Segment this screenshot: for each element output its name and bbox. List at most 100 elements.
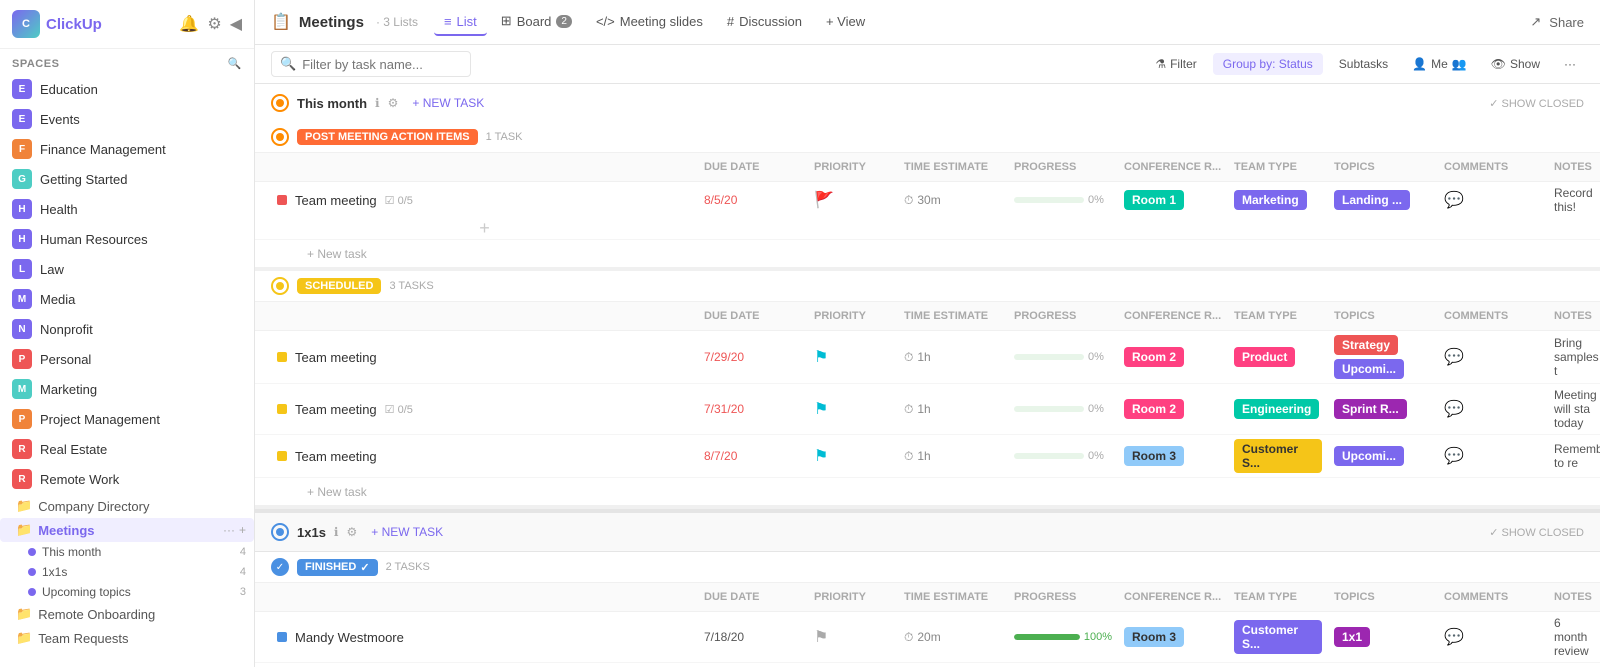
logo-icon: C [12,10,40,38]
folder-remote-onboarding[interactable]: 📁 Remote Onboarding [0,602,254,626]
tab-discussion[interactable]: # Discussion [717,9,812,36]
sidebar-item-finance[interactable]: F Finance Management [0,134,254,164]
add-column-button[interactable]: + [271,218,698,239]
task-name[interactable]: Team meeting [295,350,377,365]
cell-team: Product [1228,343,1328,371]
sidebar-item-remote-work[interactable]: R Remote Work [0,464,254,494]
th-due-date: DUE DATE [698,157,808,177]
sidebar-item-human-resources[interactable]: H Human Resources [0,224,254,254]
task-cell: Team meeting ☑ 0/5 [271,396,698,423]
space-badge: H [12,199,32,219]
task-name[interactable]: Team meeting [295,193,377,208]
space-badge: F [12,139,32,159]
new-task-button[interactable]: + NEW TASK [406,94,490,112]
cell-comments[interactable]: 💬 [1438,343,1548,371]
cell-conf: Room 2 [1118,395,1228,423]
folder-team-requests[interactable]: 📁 Team Requests [0,626,254,650]
sidebar-item-nonprofit[interactable]: N Nonprofit [0,314,254,344]
logo-text: ClickUp [46,16,102,33]
show-closed-button[interactable]: ✓ SHOW CLOSED [1489,97,1584,110]
more-icon[interactable]: ··· [223,523,235,537]
gear-icon[interactable]: ⚙ [207,14,221,34]
filter-button[interactable]: ⚗ Filter [1147,53,1204,75]
sidebar-item-education[interactable]: E Education [0,74,254,104]
search-icon: 🔍 [280,56,296,72]
settings-icon[interactable]: ⚙ [388,96,399,110]
task-check[interactable]: ☑ 0/5 [385,194,413,207]
subtasks-button[interactable]: Subtasks [1331,53,1396,75]
list-item-this-month[interactable]: This month 4 [0,542,254,562]
th-task [271,306,698,326]
cell-comments[interactable]: 💬 [1438,623,1548,651]
me-button[interactable]: 👤 Me 👥 [1404,53,1475,75]
cell-comments[interactable]: 💬 [1438,442,1548,470]
list-item-upcoming-topics[interactable]: Upcoming topics 3 [0,582,254,602]
cell-comments[interactable]: 💬 [1438,186,1548,214]
sidebar-item-label: Health [40,202,78,217]
th-task [271,587,698,607]
tab-list[interactable]: ≡ List [434,9,487,36]
folder-label: Team Requests [38,631,128,646]
share-button[interactable]: Share [1549,15,1584,30]
search-icon[interactable]: 🔍 [228,57,242,70]
topbar-right: ↗ Share [1530,14,1584,30]
sidebar-item-personal[interactable]: P Personal [0,344,254,374]
folder-company-directory[interactable]: 📁 Company Directory [0,494,254,518]
sidebar-item-getting-started[interactable]: G Getting Started [0,164,254,194]
folder-icon: 📁 [16,630,32,646]
collapse-icon[interactable]: ◀ [230,14,242,34]
cell-comments[interactable]: 💬 [1438,395,1548,423]
th-conf: CONFERENCE R... [1118,157,1228,177]
task-name[interactable]: Mandy Westmoore [295,630,404,645]
task-name[interactable]: Team meeting [295,402,377,417]
sidebar-item-project-management[interactable]: P Project Management [0,404,254,434]
new-task-1x1s-button[interactable]: + NEW TASK [365,523,449,541]
folder-meetings[interactable]: 📁 Meetings ··· + [0,518,254,542]
tab-board[interactable]: ⊞ Board 2 [491,8,582,36]
spaces-label: SPACES 🔍 [0,49,254,74]
new-task-link[interactable]: + New task [307,247,367,261]
th-comments: COMMENTS [1438,157,1548,177]
th-notes: NOTES [1548,157,1584,177]
folder-actions: ··· + [223,523,246,537]
sidebar-item-events[interactable]: E Events [0,104,254,134]
tab-add-view[interactable]: + View [816,9,875,36]
people-icon: 👥 [1452,57,1467,71]
sidebar-item-label: Events [40,112,80,127]
cell-due-date: 8/5/20 [698,189,808,211]
show-button[interactable]: 👁 Show [1483,53,1548,75]
show-closed-1x1s[interactable]: ✓ SHOW CLOSED [1489,526,1584,539]
th-priority: PRIORITY [808,587,898,607]
main-area: 📋 Meetings · 3 Lists ≡ List ⊞ Board 2 </… [255,0,1600,667]
sidebar-item-media[interactable]: M Media [0,284,254,314]
sidebar-item-marketing[interactable]: M Marketing [0,374,254,404]
cell-conf: Room 3 [1118,623,1228,651]
cell-priority: ⚑ [808,343,898,371]
bell-icon[interactable]: 🔔 [179,14,199,34]
group-count-finished: 2 TASKS [386,561,430,573]
sidebar-item-real-estate[interactable]: R Real Estate [0,434,254,464]
eye-icon: 👁 [1491,57,1506,71]
list-item-1x1s[interactable]: 1x1s 4 [0,562,254,582]
add-icon[interactable]: + [239,523,246,537]
new-task-link[interactable]: + New task [307,485,367,499]
logo[interactable]: C ClickUp [12,10,102,38]
table-header-scheduled: DUE DATE PRIORITY TIME ESTIMATE PROGRESS… [255,302,1600,331]
cell-notes: Bring samples t [1548,332,1584,382]
group-by-button[interactable]: Group by: Status [1213,53,1323,75]
sidebar-item-law[interactable]: L Law [0,254,254,284]
cell-time: ⏱1h [898,398,1008,421]
th-comments: COMMENTS [1438,306,1548,326]
more-button[interactable]: ··· [1556,53,1584,75]
settings-icon[interactable]: ⚙ [346,525,357,539]
list-item-label: 1x1s [42,565,67,579]
search-box[interactable]: 🔍 [271,51,471,77]
task-name[interactable]: Team meeting [295,449,377,464]
table-header: DUE DATE PRIORITY TIME ESTIMATE PROGRESS… [255,153,1600,182]
task-check[interactable]: ☑ 0/5 [385,403,413,416]
search-input[interactable] [302,57,462,72]
space-badge: P [12,349,32,369]
th-conf: CONFERENCE R... [1118,587,1228,607]
sidebar-item-health[interactable]: H Health [0,194,254,224]
tab-meeting-slides[interactable]: </> Meeting slides [586,9,713,36]
